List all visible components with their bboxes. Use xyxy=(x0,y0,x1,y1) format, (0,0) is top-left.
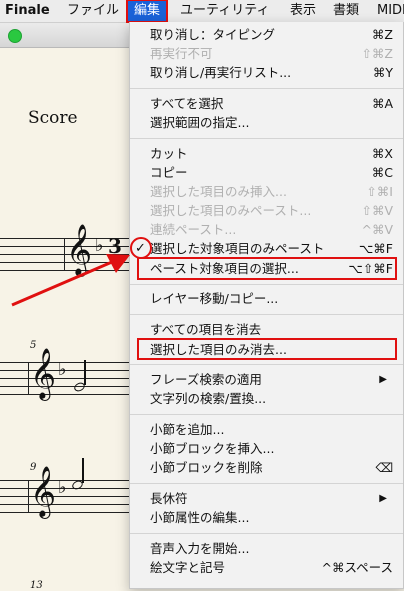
flat-icon: ♭ xyxy=(58,359,67,380)
menu-item-select-region[interactable]: 選択範囲の指定... xyxy=(130,113,403,132)
menu-separator xyxy=(130,533,403,534)
menu-bar: Finale ファイル 編集 ユーティリティ 表示 書類 MIDI xyxy=(0,0,404,23)
menu-item-cut[interactable]: カット ⌘X xyxy=(130,144,403,163)
menu-app-finale[interactable]: Finale xyxy=(5,0,50,22)
menu-file[interactable]: ファイル xyxy=(67,0,119,22)
menu-item-multimeasure-rests[interactable]: 長休符 ▶ xyxy=(130,489,403,508)
menu-item-insert-selected[interactable]: 選択した項目のみ挿入... ⇧⌘I xyxy=(130,182,403,201)
treble-clef-icon: 𝄞 xyxy=(30,348,57,399)
flat-icon: ♭ xyxy=(95,235,104,256)
menu-item-edit-measure-attributes[interactable]: 小節属性の編集... xyxy=(130,508,403,527)
menu-item-paste-selected[interactable]: 選択した項目のみペースト... ⇧⌘V xyxy=(130,201,403,220)
treble-clef-icon: 𝄞 xyxy=(66,224,93,275)
menu-item-add-measures[interactable]: 小節を追加... xyxy=(130,420,403,439)
menu-edit[interactable]: 編集 xyxy=(125,0,169,23)
staff-system-2[interactable]: 𝄞 ♭ xyxy=(0,348,140,399)
menu-document[interactable]: 書類 xyxy=(333,0,359,22)
menu-separator xyxy=(130,483,403,484)
menu-item-emoji-symbols[interactable]: 絵文字と記号 ^⌘スペース xyxy=(130,558,403,577)
menu-item-find-replace[interactable]: 文字列の検索/置換... xyxy=(130,389,403,408)
menu-separator xyxy=(130,314,403,315)
menu-item-undo[interactable]: 取り消し：タイピング ⌘Z xyxy=(130,25,403,44)
menu-midi[interactable]: MIDI xyxy=(377,0,404,22)
staff-system-3[interactable]: 𝄞 ♭ xyxy=(0,458,140,517)
menu-item-apply-phrase-search[interactable]: フレーズ検索の適用 ▶ xyxy=(130,370,403,389)
annotation-box-clear-selected xyxy=(137,338,397,360)
submenu-arrow-icon: ▶ xyxy=(379,493,387,504)
menu-separator xyxy=(130,414,403,415)
menu-item-clear-all[interactable]: すべての項目を消去 xyxy=(130,320,403,339)
score-title: Score xyxy=(28,108,78,128)
menu-item-paste-filtered[interactable]: ✓ 選択した対象項目のみペースト ⌥⌘F xyxy=(130,239,403,258)
staff-system-1[interactable]: 𝄞 ♭ 3 xyxy=(0,224,140,275)
menu-separator xyxy=(130,284,403,285)
annotation-box-edit-filter xyxy=(137,257,397,280)
measure-number: 13 xyxy=(30,580,43,591)
menu-item-undo-list[interactable]: 取り消し/再実行リスト... ⌘Y xyxy=(130,63,403,82)
flat-icon: ♭ xyxy=(58,477,67,498)
menu-view[interactable]: 表示 xyxy=(290,0,316,22)
time-signature: 3 xyxy=(108,234,122,258)
menu-item-copy[interactable]: コピー ⌘C xyxy=(130,163,403,182)
edit-menu-dropdown: 取り消し：タイピング ⌘Z 再実行不可 ⇧⌘Z 取り消し/再実行リスト... ⌘… xyxy=(129,22,404,589)
menu-item-select-all[interactable]: すべてを選択 ⌘A xyxy=(130,94,403,113)
menu-separator xyxy=(130,364,403,365)
annotation-circle xyxy=(130,237,152,259)
menu-item-move-copy-layers[interactable]: レイヤー移動/コピー... xyxy=(130,289,403,308)
treble-clef-icon: 𝄞 xyxy=(30,466,57,517)
menu-separator xyxy=(130,138,403,139)
delete-key-icon: ⌫ xyxy=(375,460,393,475)
menu-item-insert-measure-stack[interactable]: 小節ブロックを挿入... xyxy=(130,439,403,458)
menu-separator xyxy=(130,88,403,89)
zoom-window-button[interactable] xyxy=(8,29,22,43)
menu-item-paste-multiple[interactable]: 連続ペースト... ^⌘V xyxy=(130,220,403,239)
menu-item-redo[interactable]: 再実行不可 ⇧⌘Z xyxy=(130,44,403,63)
submenu-arrow-icon: ▶ xyxy=(379,374,387,385)
menu-item-delete-measure-stack[interactable]: 小節ブロックを削除 ⌫ xyxy=(130,458,403,477)
menu-item-start-dictation[interactable]: 音声入力を開始... xyxy=(130,539,403,558)
menu-utilities[interactable]: ユーティリティ xyxy=(180,0,269,22)
